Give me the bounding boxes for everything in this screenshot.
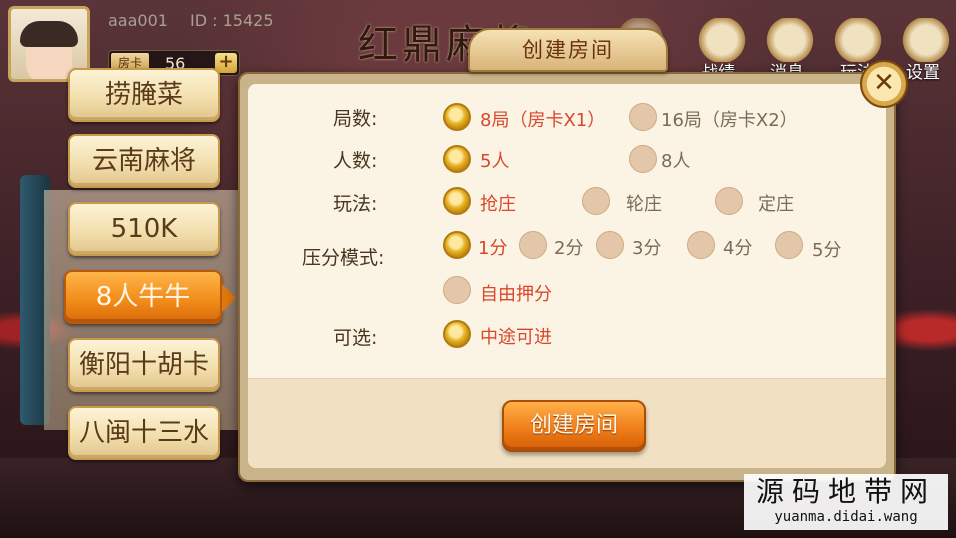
optional-label: 可选: [333,327,378,349]
bet-option-free[interactable]: 自由押分 [480,280,552,306]
watermark-main: 源码地带网 [755,475,936,508]
mode-radio-lunzhuang[interactable] [582,187,610,215]
game-item-laoyancai[interactable]: 捞腌菜 [68,68,220,122]
rounds-radio-16[interactable] [629,103,657,131]
nav-settings-label[interactable]: 设置 [906,58,940,83]
watermark: 源码地带网 yuanma.didai.wang [744,474,948,530]
players-option-5[interactable]: 5人 [480,147,509,173]
bet-radio-free[interactable] [443,276,471,304]
optional-radio-midway-join[interactable] [443,320,471,348]
bet-option-5[interactable]: 5分 [812,236,841,262]
mode-radio-qiangzhuang[interactable] [443,187,471,215]
user-id: ID : 15425 [190,11,274,30]
bet-option-4[interactable]: 4分 [723,234,752,260]
game-item-510k[interactable]: 510K [68,202,220,256]
game-item-hengyang-shihuka[interactable]: 衡阳十胡卡 [68,338,220,392]
add-room-card-button[interactable]: + [215,53,237,73]
bet-radio-1[interactable] [443,231,471,259]
mode-option-lunzhuang[interactable]: 轮庄 [626,190,662,216]
close-button[interactable]: ✕ [860,60,908,108]
mode-option-qiangzhuang[interactable]: 抢庄 [480,190,516,216]
rounds-radio-8[interactable] [443,103,471,131]
watermark-url: yuanma.didai.wang [774,509,918,525]
avatar-face [20,21,78,79]
bet-mode-label: 压分模式: [302,247,385,269]
players-option-8[interactable]: 8人 [661,147,690,173]
game-item-8-niuniu[interactable]: 8人牛牛 [64,270,236,324]
rounds-label: 局数: [333,108,378,130]
bet-radio-5[interactable] [775,231,803,259]
mode-radio-dingzhuang[interactable] [715,187,743,215]
mail-icon[interactable] [766,18,814,62]
players-radio-5[interactable] [443,145,471,173]
rounds-option-16[interactable]: 16局（房卡X2） [661,106,798,132]
players-label: 人数: [333,150,378,172]
bet-option-3[interactable]: 3分 [632,234,661,260]
bet-option-2[interactable]: 2分 [554,234,583,260]
mode-option-dingzhuang[interactable]: 定庄 [758,190,794,216]
create-room-button[interactable]: 创建房间 [502,400,646,452]
record-icon[interactable] [698,18,746,62]
bet-radio-3[interactable] [596,231,624,259]
dialog-title: 创建房间 [468,28,668,72]
optional-option-midway-join[interactable]: 中途可进 [480,323,552,349]
mode-label: 玩法: [333,193,378,215]
bet-radio-2[interactable] [519,231,547,259]
username: aaa001 [108,11,168,30]
bet-option-1[interactable]: 1分 [478,234,507,260]
gear-icon[interactable] [902,18,950,62]
bet-radio-4[interactable] [687,231,715,259]
game-item-bamin-shisanshui[interactable]: 八闽十三水 [68,406,220,460]
game-item-yunnan-mahjong[interactable]: 云南麻将 [68,134,220,188]
rounds-option-8[interactable]: 8局（房卡X1） [480,106,605,132]
players-radio-8[interactable] [629,145,657,173]
rules-icon[interactable] [834,18,882,62]
